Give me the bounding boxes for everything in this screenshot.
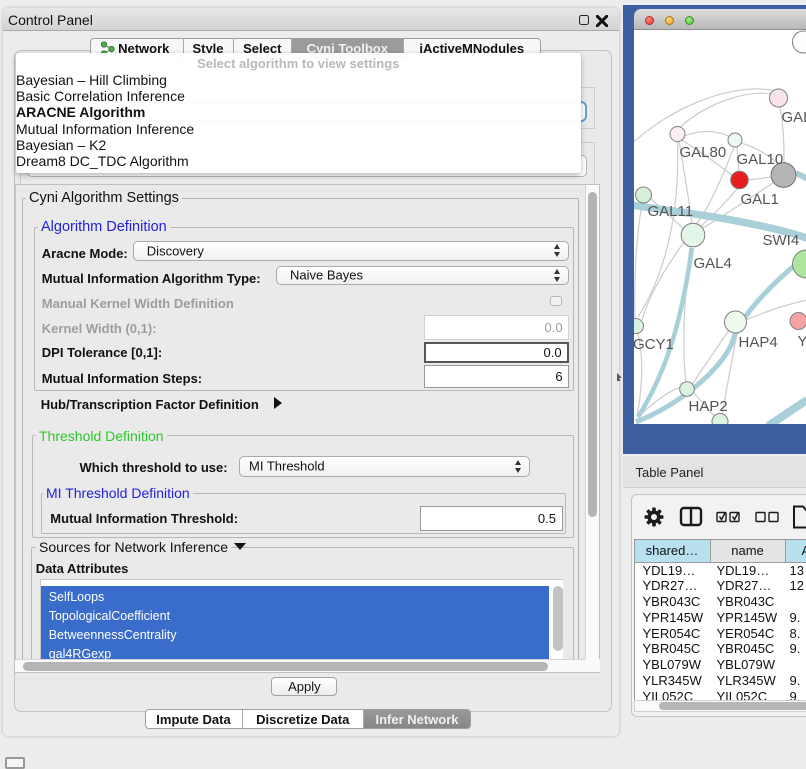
svg-text:GAL4: GAL4 (693, 255, 731, 272)
svg-text:GAL1: GAL1 (740, 191, 778, 208)
svg-text:Y: Y (797, 333, 806, 350)
svg-text:GAL10: GAL10 (736, 151, 783, 168)
svg-text:HAP4: HAP4 (738, 334, 777, 351)
svg-text:GAL11: GAL11 (647, 203, 693, 220)
svg-text:GAL80: GAL80 (679, 144, 726, 161)
svg-text:GCY1: GCY1 (634, 336, 674, 353)
svg-text:HAP2: HAP2 (688, 398, 727, 415)
svg-text:GAL: GAL (781, 109, 806, 126)
svg-text:SWI4: SWI4 (762, 232, 799, 249)
